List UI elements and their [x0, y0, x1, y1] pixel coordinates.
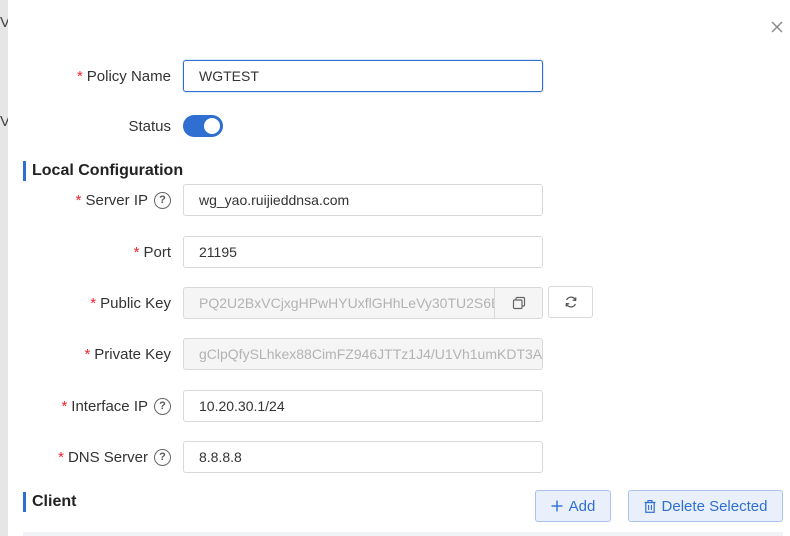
interface-ip-input[interactable]: 10.20.30.1/24: [183, 390, 543, 422]
private-key-row: * Private Key gClpQfySLhkex88CimFZ946JTT…: [8, 338, 790, 370]
required-marker: *: [61, 397, 68, 415]
section-accent-bar: [23, 492, 26, 512]
port-input[interactable]: 21195: [183, 236, 543, 268]
required-marker: *: [75, 191, 82, 209]
dns-server-label: * DNS Server ?: [58, 441, 171, 473]
help-icon[interactable]: ?: [154, 448, 171, 466]
required-marker: *: [84, 345, 91, 363]
policy-name-label: * Policy Name: [76, 67, 171, 85]
client-heading: Client: [23, 492, 76, 512]
server-ip-row: * Server IP ? wg_yao.ruijieddnsa.com: [8, 184, 790, 216]
close-icon: [771, 21, 783, 33]
private-key-label: * Private Key: [84, 345, 171, 363]
public-key-input[interactable]: PQ2U2BxVCjxgHPwHYUxflGHhLeVy30TU2S6E: [183, 287, 543, 319]
delete-selected-button[interactable]: Delete Selected: [628, 490, 783, 522]
copy-public-key-button[interactable]: [494, 288, 542, 318]
policy-name-input[interactable]: WGTEST: [183, 60, 543, 92]
required-marker: *: [76, 67, 83, 85]
toggle-knob: [204, 118, 220, 134]
background-page: V V: [0, 0, 10, 536]
public-key-label: * Public Key: [90, 294, 171, 312]
status-label: Status: [128, 117, 171, 135]
dns-server-row: * DNS Server ? 8.8.8.8: [8, 441, 790, 473]
port-row: * Port 21195: [8, 236, 790, 268]
section-accent-bar: [23, 161, 26, 181]
policy-edit-drawer: * Policy Name WGTEST Status Local Config…: [8, 0, 790, 536]
help-icon[interactable]: ?: [154, 191, 171, 209]
dns-server-input[interactable]: 8.8.8.8: [183, 441, 543, 473]
add-client-button[interactable]: Add: [535, 490, 611, 522]
trash-icon: [644, 499, 656, 513]
port-label: * Port: [133, 243, 171, 261]
required-marker: *: [90, 294, 97, 312]
public-key-row: * Public Key PQ2U2BxVCjxgHPwHYUxflGHhLeV…: [8, 286, 790, 319]
server-ip-input[interactable]: wg_yao.ruijieddnsa.com: [183, 184, 543, 216]
copy-icon: [512, 296, 525, 310]
regenerate-key-button[interactable]: [548, 286, 593, 318]
plus-icon: [551, 500, 563, 512]
interface-ip-row: * Interface IP ? 10.20.30.1/24: [8, 390, 790, 422]
interface-ip-label: * Interface IP ?: [61, 390, 171, 422]
required-marker: *: [133, 243, 140, 261]
refresh-icon: [565, 296, 576, 308]
required-marker: *: [58, 448, 64, 466]
help-icon[interactable]: ?: [154, 397, 171, 415]
status-toggle[interactable]: [183, 115, 223, 137]
server-ip-label: * Server IP ?: [76, 184, 171, 216]
private-key-input: gClpQfySLhkex88CimFZ946JTTz1J4/U1Vh1umKD…: [183, 338, 543, 370]
status-row: Status: [8, 110, 790, 142]
local-configuration-heading: Local Configuration: [23, 161, 183, 181]
close-button[interactable]: [768, 18, 786, 36]
client-table-header: [23, 532, 783, 536]
policy-name-row: * Policy Name WGTEST: [8, 60, 790, 92]
